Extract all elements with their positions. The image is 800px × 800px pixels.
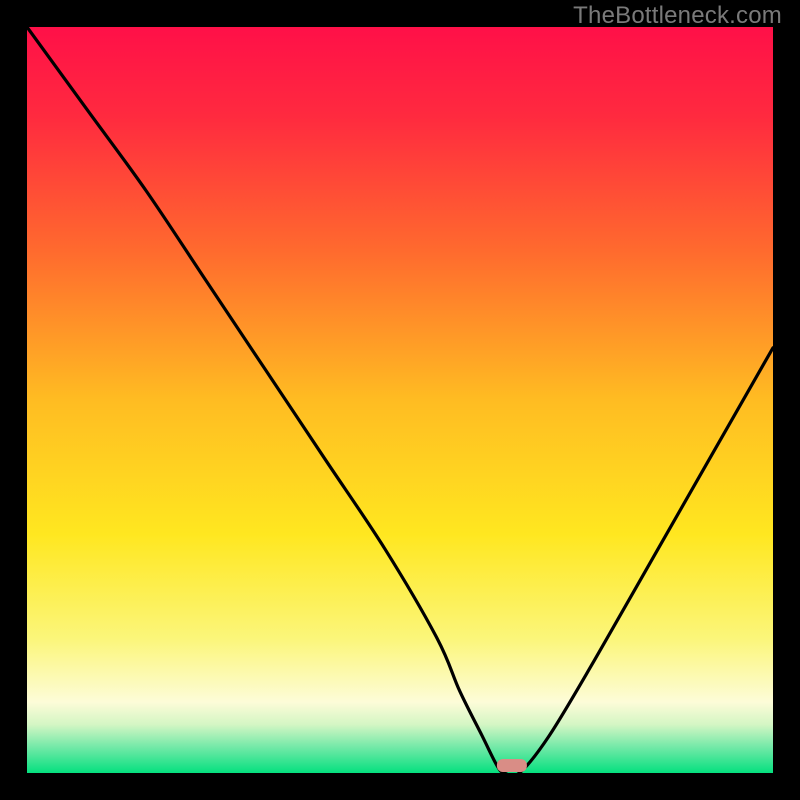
chart-svg [27,27,773,773]
chart-plot-area [27,27,773,773]
optimum-marker [497,759,527,772]
chart-frame: TheBottleneck.com [0,0,800,800]
watermark-label: TheBottleneck.com [573,2,782,30]
gradient-background [27,27,773,773]
